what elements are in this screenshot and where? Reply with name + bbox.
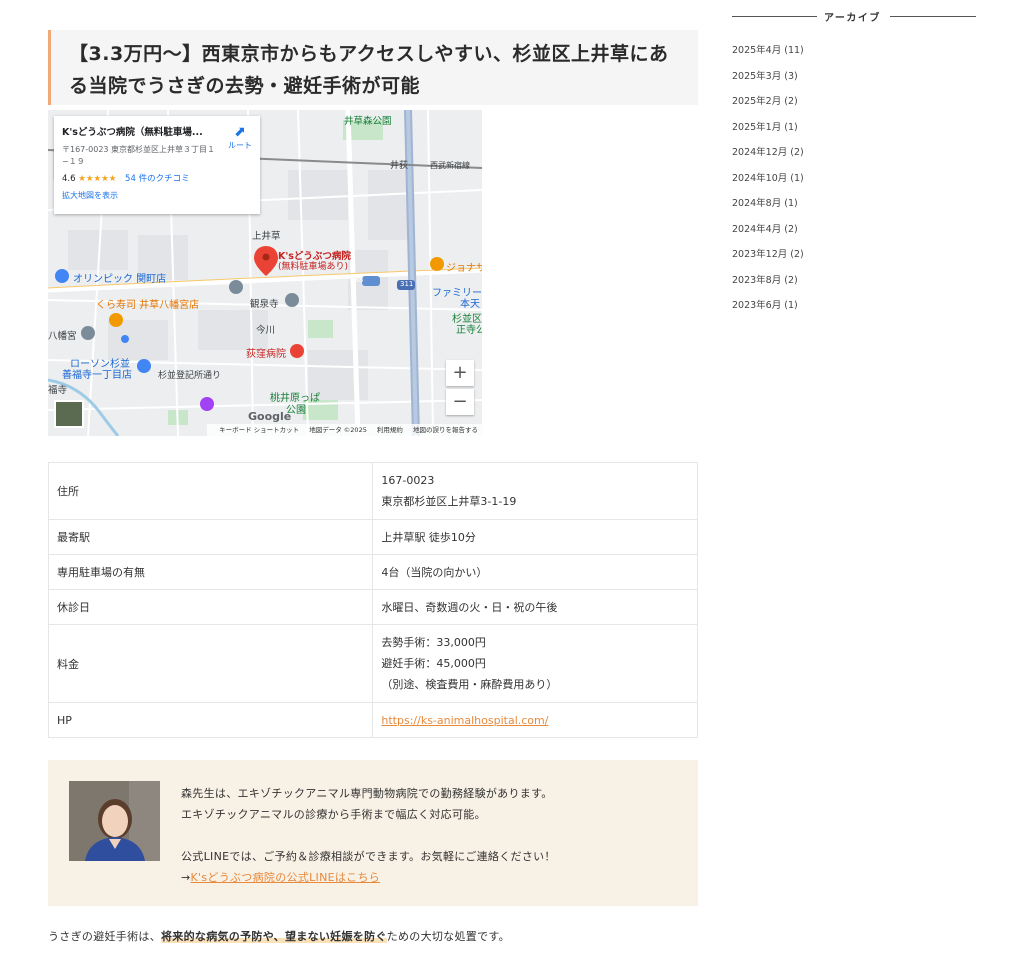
- row-value-parking: 4台（当院の向かい）: [372, 554, 698, 590]
- place-rating: 4.6 ★★★★★ 54 件のクチコミ: [62, 172, 252, 184]
- row-label-closed: 休診日: [47, 589, 374, 625]
- archive-widget-title: アーカイブ: [732, 8, 976, 26]
- map-label-kamiigusa-mori: 井草森公園: [344, 116, 392, 127]
- map-label-jonathan: ジョナサ: [446, 263, 482, 274]
- archive-item[interactable]: 2023年12月 (2): [732, 244, 804, 270]
- map-data-attribution: 地図データ ©2025: [309, 426, 367, 434]
- map-label-kanjyu: 観泉寺: [250, 299, 279, 310]
- directions-icon: ⬈: [234, 124, 246, 140]
- price-spay: 避妊手術：45,000円: [381, 657, 486, 670]
- street-address: 東京都杉並区上井草3-1-19: [381, 495, 517, 508]
- paragraph-prefix: うさぎの避妊手術は、: [48, 930, 161, 943]
- satellite-toggle-button[interactable]: [54, 400, 84, 428]
- place-address: 〒167-0023 東京都杉並区上井草３丁目１−１９: [62, 145, 216, 166]
- archive-item[interactable]: 2023年8月 (2): [732, 270, 804, 296]
- profile-line-link: →K'sどうぶつ病院の公式LINEはこちら: [181, 867, 556, 888]
- reviews-link[interactable]: 54 件のクチコミ: [125, 174, 190, 184]
- map-label-seibu: 西武新宿線: [430, 161, 470, 170]
- table-row: 専用駐車場の有無 4台（当院の向かい）: [47, 554, 698, 590]
- archive-title: アーカイブ: [824, 13, 881, 24]
- archive-item[interactable]: 2025年1月 (1): [732, 117, 804, 143]
- archive-item[interactable]: 2023年6月 (1): [732, 295, 804, 321]
- rating-stars-icon: ★★★★★: [78, 174, 117, 184]
- archive-item[interactable]: 2025年2月 (2): [732, 91, 804, 117]
- archive-list: 2025年4月 (11) 2025年3月 (3) 2025年2月 (2) 202…: [732, 40, 804, 321]
- table-row: 最寄駅 上井草駅 徒歩10分: [47, 519, 698, 555]
- clinic-info-table: 住所 167-0023 東京都杉並区上井草3-1-19 最寄駅 上井草駅 徒歩1…: [47, 462, 698, 738]
- report-error-link[interactable]: 地図の誤りを報告する: [413, 426, 478, 434]
- article-heading: 【3.3万円〜】西東京市からもアクセスしやすい、杉並区上井草にある当院でうさぎの…: [48, 29, 698, 105]
- row-label-price: 料金: [47, 624, 374, 703]
- row-value-price: 去勢手術：33,000円 避妊手術：45,000円 （別途、検査費用・麻酔費用あ…: [372, 624, 698, 703]
- terms-link[interactable]: 利用規約: [377, 426, 403, 434]
- profile-line-2: エキゾチックアニマルの診療から手術まで幅広く対応可能。: [181, 808, 486, 821]
- place-name: K'sどうぶつ病院（無料駐車場...: [62, 127, 203, 138]
- larger-map-link[interactable]: 拡大地図を表示: [62, 190, 252, 201]
- row-label-parking: 専用駐車場の有無: [47, 554, 374, 590]
- title-divider-left: [732, 16, 817, 17]
- map-label-lawson-2: 善福寺一丁目店: [62, 370, 132, 381]
- map-label-iogi: 井荻: [390, 161, 409, 171]
- map-label-pin-sub: (無料駐車場あり): [278, 262, 349, 272]
- profile-text: 森先生は、エキゾチックアニマル専門動物病院での勤務経験があります。 エキゾチック…: [181, 783, 556, 888]
- keyboard-shortcut-link[interactable]: キーボード ショートカット: [219, 426, 299, 434]
- zoom-out-button[interactable]: −: [446, 389, 474, 415]
- row-label-station: 最寄駅: [47, 519, 374, 555]
- doctor-profile-box: 森先生は、エキゾチックアニマル専門動物病院での勤務経験があります。 エキゾチック…: [48, 760, 698, 906]
- map-label-hachiman: 八幡宮: [48, 331, 77, 342]
- row-label-hp: HP: [47, 702, 374, 738]
- table-row: 料金 去勢手術：33,000円 避妊手術：45,000円 （別途、検査費用・麻酔…: [47, 624, 698, 703]
- map-label-fukuji: 福寺: [48, 385, 68, 396]
- archive-item[interactable]: 2024年4月 (2): [732, 219, 804, 245]
- doctor-portrait-image: [69, 781, 160, 861]
- table-row: 休診日 水曜日、奇数週の火・日・祝の午後: [47, 589, 698, 625]
- google-logo: Google: [248, 410, 292, 423]
- table-row: 住所 167-0023 東京都杉並区上井草3-1-19: [47, 462, 698, 520]
- table-row: HP https://ks-animalhospital.com/: [47, 702, 698, 738]
- map-footer: キーボード ショートカット 地図データ ©2025 利用規約 地図の誤りを報告す…: [207, 424, 482, 436]
- row-value-closed: 水曜日、奇数週の火・日・祝の午後: [372, 589, 698, 625]
- map-label-kamiigusa: 上井草: [252, 231, 281, 242]
- row-value-station: 上井草駅 徒歩10分: [372, 519, 698, 555]
- map-label-imagawa: 今川: [256, 325, 276, 336]
- row-value-hp: https://ks-animalhospital.com/: [372, 702, 698, 738]
- paragraph-highlight: 将来的な病気の予防や、望まない妊娠を防ぐ: [161, 930, 387, 943]
- archive-item[interactable]: 2024年12月 (2): [732, 142, 804, 168]
- paragraph-suffix: ための大切な処置です。: [386, 930, 510, 943]
- price-castration: 去勢手術：33,000円: [381, 636, 486, 649]
- archive-item[interactable]: 2024年10月 (1): [732, 168, 804, 194]
- embedded-map[interactable]: K'sどうぶつ病院 (無料駐車場あり) オリンピック 関町店 くら寿司 井草八幡…: [48, 110, 482, 436]
- line-official-link[interactable]: K'sどうぶつ病院の公式LINEはこちら: [191, 871, 381, 884]
- price-note: （別途、検査費用・麻酔費用あり）: [381, 678, 558, 691]
- row-label-address: 住所: [47, 462, 374, 520]
- map-label-kura: くら寿司 井草八幡宮店: [96, 300, 200, 311]
- map-place-card: K'sどうぶつ病院（無料駐車場... 〒167-0023 東京都杉並区上井草３丁…: [54, 116, 260, 214]
- archive-item[interactable]: 2024年8月 (1): [732, 193, 804, 219]
- zoom-in-button[interactable]: +: [446, 360, 474, 386]
- map-label-road: 杉並登記所通り: [158, 371, 222, 381]
- title-divider-right: [890, 16, 976, 17]
- doctor-photo: [69, 781, 160, 861]
- homepage-link[interactable]: https://ks-animalhospital.com/: [381, 714, 548, 727]
- route-button[interactable]: ⬈ ルート: [228, 124, 252, 151]
- profile-line-3: 公式LINEでは、ご予約＆診療相談ができます。お気軽にご連絡ください！: [181, 850, 556, 863]
- map-label-ogikubo: 荻窪病院: [246, 349, 286, 360]
- rating-value: 4.6: [62, 174, 76, 184]
- route-label: ルート: [228, 141, 252, 150]
- archive-item[interactable]: 2025年3月 (3): [732, 66, 804, 92]
- map-label-route-438: 438: [350, 276, 364, 284]
- map-label-route-311: 311: [400, 280, 414, 288]
- map-label-honten: 本天: [460, 299, 480, 310]
- row-value-address: 167-0023 東京都杉並区上井草3-1-19: [372, 462, 698, 520]
- postal-code: 167-0023: [381, 474, 435, 487]
- archive-item[interactable]: 2025年4月 (11): [732, 40, 804, 66]
- map-label-olympic: オリンピック 関町店: [73, 274, 167, 285]
- body-paragraph: うさぎの避妊手術は、将来的な病気の予防や、望まない妊娠を防ぐための大切な処置です…: [48, 928, 510, 944]
- arrow-icon: →: [181, 871, 191, 884]
- profile-line-1: 森先生は、エキゾチックアニマル専門動物病院での勤務経験があります。: [181, 787, 553, 800]
- map-label-shouan: 正寺公: [456, 325, 482, 336]
